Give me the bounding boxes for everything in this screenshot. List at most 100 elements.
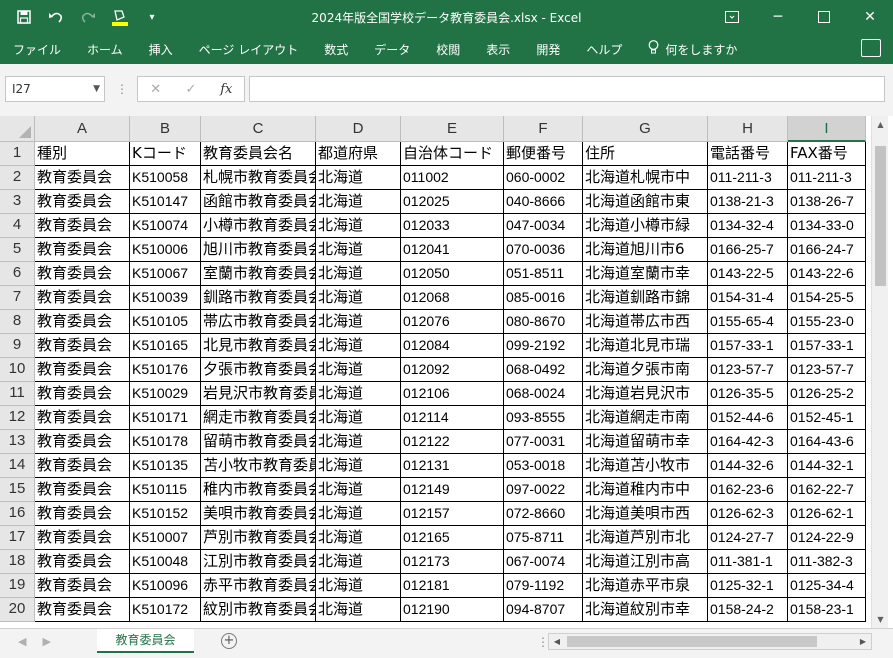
table-cell[interactable]: 教育委員会 (35, 310, 130, 334)
column-header-f[interactable]: F (504, 116, 583, 142)
row-header[interactable]: 10 (0, 358, 35, 382)
table-cell[interactable]: K510067 (130, 262, 201, 286)
header-cell[interactable]: 教育委員会名 (201, 142, 316, 166)
table-cell[interactable]: 0126-62-1 (788, 502, 866, 526)
vertical-scrollbar[interactable]: ▲ ▼ (871, 116, 888, 628)
row-header[interactable]: 5 (0, 238, 35, 262)
table-cell[interactable]: 北海道 (316, 478, 401, 502)
header-cell[interactable]: 住所 (583, 142, 708, 166)
table-cell[interactable]: 教育委員会 (35, 454, 130, 478)
table-cell[interactable]: 012076 (401, 310, 504, 334)
table-cell[interactable]: 0154-25-5 (788, 286, 866, 310)
table-cell[interactable]: 0138-26-7 (788, 190, 866, 214)
table-cell[interactable]: 北海道 (316, 166, 401, 190)
table-cell[interactable]: 網走市教育委員会 (201, 406, 316, 430)
table-cell[interactable]: 北海道赤平市泉 (583, 574, 708, 598)
table-cell[interactable]: 079-1192 (504, 574, 583, 598)
tab-data[interactable]: データ (361, 40, 423, 60)
table-cell[interactable]: 0125-32-1 (708, 574, 788, 598)
table-cell[interactable]: K510152 (130, 502, 201, 526)
table-cell[interactable]: 岩見沢市教育委員会 (201, 382, 316, 406)
table-cell[interactable]: 0134-33-0 (788, 214, 866, 238)
table-cell[interactable]: 012149 (401, 478, 504, 502)
row-header[interactable]: 11 (0, 382, 35, 406)
table-cell[interactable]: 北海道室蘭市幸 (583, 262, 708, 286)
table-cell[interactable]: 072-8660 (504, 502, 583, 526)
table-cell[interactable]: 北海道江別市高 (583, 550, 708, 574)
table-cell[interactable]: 教育委員会 (35, 526, 130, 550)
scroll-left-icon[interactable]: ◀ (549, 634, 565, 649)
table-cell[interactable]: 012068 (401, 286, 504, 310)
column-header-d[interactable]: D (316, 116, 401, 142)
row-header[interactable]: 14 (0, 454, 35, 478)
row-header[interactable]: 7 (0, 286, 35, 310)
table-cell[interactable]: 北海道北見市瑞 (583, 334, 708, 358)
row-header[interactable]: 9 (0, 334, 35, 358)
table-cell[interactable]: 070-0036 (504, 238, 583, 262)
table-cell[interactable]: 0155-23-0 (788, 310, 866, 334)
table-cell[interactable]: 留萌市教育委員会 (201, 430, 316, 454)
table-cell[interactable]: 教育委員会 (35, 406, 130, 430)
table-cell[interactable]: 068-0024 (504, 382, 583, 406)
tab-view[interactable]: 表示 (473, 40, 523, 60)
table-cell[interactable]: 047-0034 (504, 214, 583, 238)
tab-formulas[interactable]: 数式 (311, 40, 361, 60)
table-cell[interactable]: 0157-33-1 (788, 334, 866, 358)
table-cell[interactable]: 北海道帯広市西 (583, 310, 708, 334)
formula-input[interactable] (249, 76, 885, 102)
table-cell[interactable]: 教育委員会 (35, 262, 130, 286)
table-cell[interactable]: 北海道 (316, 550, 401, 574)
table-cell[interactable]: 012025 (401, 190, 504, 214)
table-cell[interactable]: 教育委員会 (35, 358, 130, 382)
insert-function-icon[interactable]: fx (209, 82, 244, 97)
header-cell[interactable]: 自治体コード (401, 142, 504, 166)
table-cell[interactable]: 美唄市教育委員会 (201, 502, 316, 526)
header-cell[interactable]: Kコード (130, 142, 201, 166)
table-cell[interactable]: K510135 (130, 454, 201, 478)
table-cell[interactable]: 0134-32-4 (708, 214, 788, 238)
tab-file[interactable]: ファイル (0, 40, 74, 60)
chevron-down-icon[interactable]: ▼ (93, 77, 100, 101)
table-cell[interactable]: 0166-25-7 (708, 238, 788, 262)
table-cell[interactable]: 075-8711 (504, 526, 583, 550)
table-cell[interactable]: 教育委員会 (35, 238, 130, 262)
table-cell[interactable]: 芦別市教育委員会 (201, 526, 316, 550)
table-cell[interactable]: 0152-45-1 (788, 406, 866, 430)
table-cell[interactable]: K510039 (130, 286, 201, 310)
table-cell[interactable]: 北海道紋別市幸 (583, 598, 708, 622)
table-cell[interactable]: 0166-24-7 (788, 238, 866, 262)
minimize-button[interactable]: ─ (755, 0, 801, 34)
header-cell[interactable]: 種別 (35, 142, 130, 166)
table-cell[interactable]: 釧路市教育委員会 (201, 286, 316, 310)
table-cell[interactable]: 函館市教育委員会 (201, 190, 316, 214)
table-cell[interactable]: 北海道釧路市錦 (583, 286, 708, 310)
table-cell[interactable]: 北海道 (316, 286, 401, 310)
select-all-button[interactable] (0, 116, 35, 142)
table-cell[interactable]: 北海道札幌市中 (583, 166, 708, 190)
table-cell[interactable]: 0154-31-4 (708, 286, 788, 310)
table-cell[interactable]: 0143-22-5 (708, 262, 788, 286)
table-cell[interactable]: 教育委員会 (35, 190, 130, 214)
name-box[interactable]: I27 ▼ (5, 76, 105, 102)
table-cell[interactable]: 北海道 (316, 190, 401, 214)
table-cell[interactable]: 北海道函館市東 (583, 190, 708, 214)
table-cell[interactable]: 0144-32-1 (788, 454, 866, 478)
table-cell[interactable]: K510074 (130, 214, 201, 238)
table-cell[interactable]: 教育委員会 (35, 166, 130, 190)
table-cell[interactable]: K510029 (130, 382, 201, 406)
column-header-c[interactable]: C (201, 116, 316, 142)
comments-icon[interactable] (861, 39, 881, 57)
table-cell[interactable]: 北海道 (316, 406, 401, 430)
column-header-i[interactable]: I (788, 116, 866, 142)
horizontal-scrollbar[interactable]: ◀ ▶ (548, 633, 872, 650)
table-cell[interactable]: 0157-33-1 (708, 334, 788, 358)
table-cell[interactable]: 0155-65-4 (708, 310, 788, 334)
next-sheet-icon[interactable]: ▶ (42, 635, 50, 648)
table-cell[interactable]: K510096 (130, 574, 201, 598)
formula-bar-resize-handle[interactable]: ⋮ (116, 82, 128, 96)
table-cell[interactable]: 苫小牧市教育委員会 (201, 454, 316, 478)
table-cell[interactable]: 012084 (401, 334, 504, 358)
tell-me-search[interactable]: 何をしますか (635, 39, 750, 60)
table-cell[interactable]: 0162-22-7 (788, 478, 866, 502)
table-cell[interactable]: 012106 (401, 382, 504, 406)
